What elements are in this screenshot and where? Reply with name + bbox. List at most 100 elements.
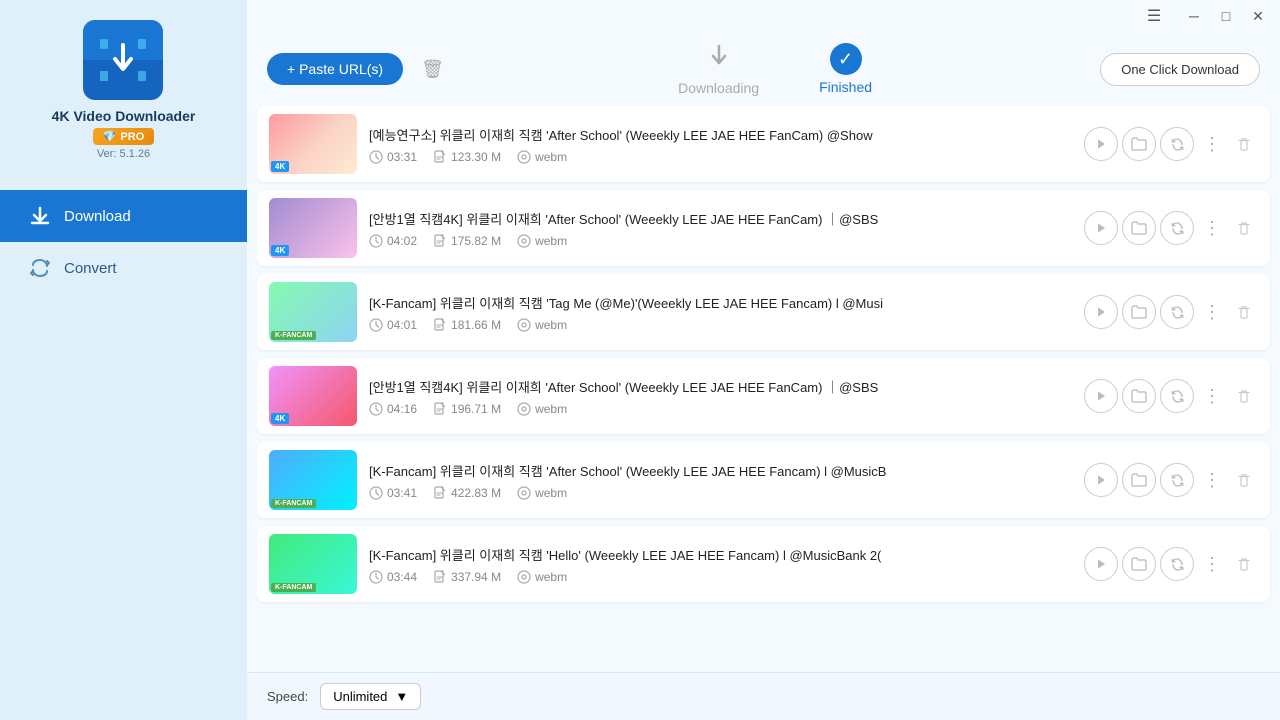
folder-button-3[interactable]	[1122, 295, 1156, 329]
item-actions-4: ⋮	[1084, 379, 1258, 413]
item-actions-1: ⋮	[1084, 127, 1258, 161]
refresh-button-2[interactable]	[1160, 211, 1194, 245]
folder-button-6[interactable]	[1122, 547, 1156, 581]
folder-button-4[interactable]	[1122, 379, 1156, 413]
duration-5: 03:41	[369, 486, 417, 500]
delete-item-button-6[interactable]	[1230, 550, 1258, 578]
duration-2: 04:02	[369, 234, 417, 248]
item-title-2: [안방1열 직캠4K] 위클리 이재희 'After School' (Weee…	[369, 209, 1072, 228]
delete-item-button-4[interactable]	[1230, 382, 1258, 410]
refresh-icon	[1170, 221, 1185, 236]
diamond-icon: 💎	[103, 130, 117, 143]
convert-nav-icon	[28, 256, 52, 280]
delete-item-button-1[interactable]	[1230, 130, 1258, 158]
delete-item-button-5[interactable]	[1230, 466, 1258, 494]
download-item-4: 4K [안방1열 직캠4K] 위클리 이재희 'After School' (W…	[257, 358, 1270, 434]
folder-icon	[1131, 305, 1147, 319]
folder-icon	[1131, 557, 1147, 571]
delete-icon	[1237, 557, 1251, 571]
close-button[interactable]: ✕	[1244, 4, 1272, 28]
logo-container: 4K Video Downloader 💎 PRO Ver: 5.1.26	[52, 20, 196, 160]
more-button-1[interactable]: ⋮	[1198, 130, 1226, 158]
titlebar: ☰ ─ □ ✕	[247, 0, 1280, 32]
item-meta-3: 04:01 181.66 M webm	[369, 318, 1072, 332]
more-button-5[interactable]: ⋮	[1198, 466, 1226, 494]
format-icon	[517, 402, 531, 416]
filesize-5: 422.83 M	[433, 486, 501, 500]
folder-icon	[1131, 221, 1147, 235]
item-title-3: [K-Fancam] 위클리 이재희 직캠 'Tag Me (@Me)'(Wee…	[369, 293, 1072, 312]
download-item-2: 4K [안방1열 직캠4K] 위클리 이재희 'After School' (W…	[257, 190, 1270, 266]
thumbnail-3: K-FANCAM	[269, 282, 357, 342]
more-button-2[interactable]: ⋮	[1198, 214, 1226, 242]
download-list: 4K [예능연구소] 위클리 이재희 직캠 'After School' (We…	[247, 106, 1280, 672]
one-click-download-button[interactable]: One Click Download	[1100, 53, 1260, 86]
clock-icon	[369, 318, 383, 332]
main-content: ☰ ─ □ ✕ + Paste URL(s) 🗑 Downloading ✓	[247, 0, 1280, 720]
speed-select[interactable]: Unlimited ▼	[320, 683, 421, 710]
download-item-6: K-FANCAM [K-Fancam] 위클리 이재희 직캠 'Hello' (…	[257, 526, 1270, 602]
play-button-5[interactable]	[1084, 463, 1118, 497]
sidebar-item-download[interactable]: Download	[0, 190, 247, 242]
play-button-1[interactable]	[1084, 127, 1118, 161]
delete-icon	[1237, 221, 1251, 235]
format-4: webm	[517, 402, 567, 416]
sidebar-item-convert[interactable]: Convert	[0, 242, 247, 294]
clock-icon	[369, 402, 383, 416]
item-meta-6: 03:44 337.94 M webm	[369, 570, 1072, 584]
download-item-1: 4K [예능연구소] 위클리 이재희 직캠 'After School' (We…	[257, 106, 1270, 182]
menu-icon[interactable]: ☰	[1140, 4, 1168, 28]
duration-4: 04:16	[369, 402, 417, 416]
refresh-button-3[interactable]	[1160, 295, 1194, 329]
play-button-6[interactable]	[1084, 547, 1118, 581]
minimize-button[interactable]: ─	[1180, 4, 1208, 28]
refresh-icon	[1170, 557, 1185, 572]
play-button-4[interactable]	[1084, 379, 1118, 413]
play-button-3[interactable]	[1084, 295, 1118, 329]
clock-icon	[369, 486, 383, 500]
delete-button[interactable]: 🗑	[415, 53, 450, 86]
paste-url-button[interactable]: + Paste URL(s)	[267, 53, 403, 85]
play-icon	[1094, 137, 1108, 151]
item-actions-5: ⋮	[1084, 463, 1258, 497]
delete-icon	[1237, 473, 1251, 487]
refresh-button-4[interactable]	[1160, 379, 1194, 413]
more-button-6[interactable]: ⋮	[1198, 550, 1226, 578]
play-icon	[1094, 305, 1108, 319]
play-icon	[1094, 221, 1108, 235]
folder-icon	[1131, 389, 1147, 403]
thumbnail-5: K-FANCAM	[269, 450, 357, 510]
format-icon	[517, 234, 531, 248]
tab-finished[interactable]: ✓ Finished	[819, 43, 872, 95]
folder-button-5[interactable]	[1122, 463, 1156, 497]
delete-item-button-2[interactable]	[1230, 214, 1258, 242]
refresh-icon	[1170, 473, 1185, 488]
format-icon	[517, 318, 531, 332]
tab-downloading[interactable]: Downloading	[678, 42, 759, 96]
play-icon	[1094, 389, 1108, 403]
delete-item-button-3[interactable]	[1230, 298, 1258, 326]
download-tab-icon	[705, 42, 733, 76]
file-icon	[433, 318, 447, 332]
play-button-2[interactable]	[1084, 211, 1118, 245]
download-item-5: K-FANCAM [K-Fancam] 위클리 이재희 직캠 'After Sc…	[257, 442, 1270, 518]
format-5: webm	[517, 486, 567, 500]
folder-button-2[interactable]	[1122, 211, 1156, 245]
item-info-1: [예능연구소] 위클리 이재희 직캠 'After School' (Weeek…	[369, 125, 1072, 164]
format-6: webm	[517, 570, 567, 584]
file-icon	[433, 570, 447, 584]
file-icon	[433, 486, 447, 500]
item-meta-4: 04:16 196.71 M webm	[369, 402, 1072, 416]
filesize-3: 181.66 M	[433, 318, 501, 332]
thumbnail-1: 4K	[269, 114, 357, 174]
folder-button-1[interactable]	[1122, 127, 1156, 161]
refresh-button-5[interactable]	[1160, 463, 1194, 497]
maximize-button[interactable]: □	[1212, 4, 1240, 28]
filesize-6: 337.94 M	[433, 570, 501, 584]
file-icon	[433, 234, 447, 248]
more-button-3[interactable]: ⋮	[1198, 298, 1226, 326]
refresh-icon	[1170, 137, 1185, 152]
refresh-button-6[interactable]	[1160, 547, 1194, 581]
more-button-4[interactable]: ⋮	[1198, 382, 1226, 410]
refresh-button-1[interactable]	[1160, 127, 1194, 161]
